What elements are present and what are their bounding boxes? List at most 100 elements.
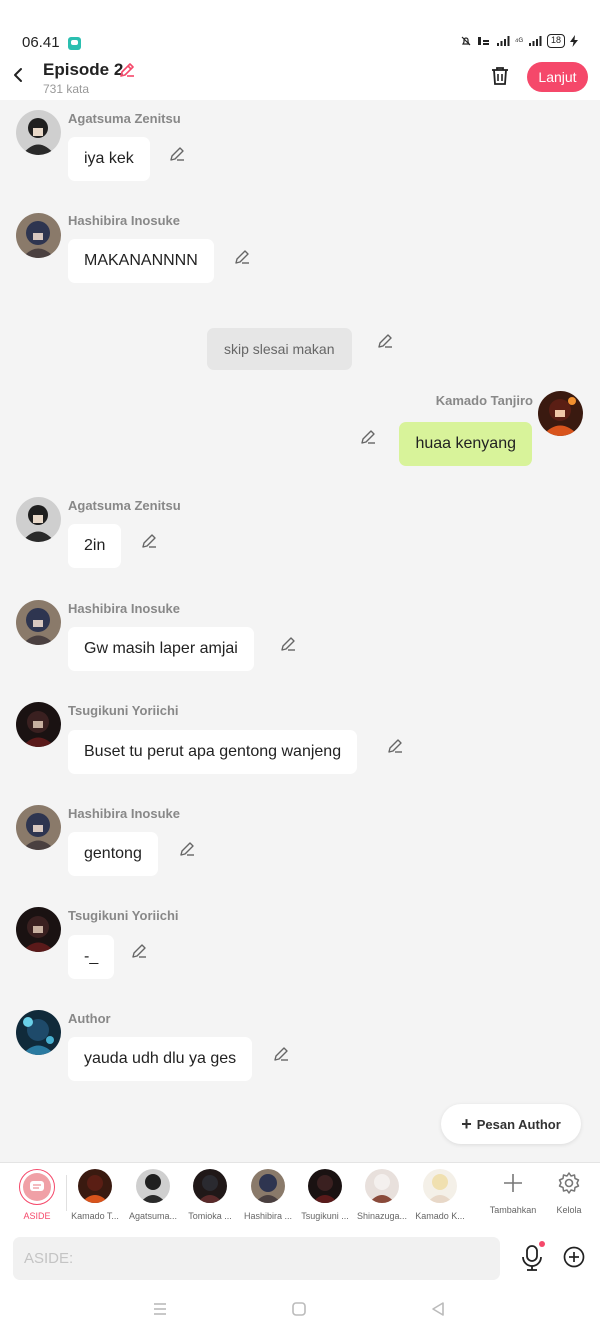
status-time: 06.41 — [22, 34, 60, 51]
edit-message-icon[interactable] — [279, 635, 297, 653]
character-bar: ASIDE Kamado T... Agatsuma... Tomioka ..… — [0, 1162, 600, 1228]
avatar[interactable] — [16, 702, 61, 747]
author-message-label: Pesan Author — [476, 1116, 561, 1132]
narration-bubble[interactable]: skip slesai makan — [207, 328, 352, 370]
signal-icon — [496, 36, 510, 46]
avatar[interactable] — [16, 497, 61, 542]
character-avatar — [78, 1169, 112, 1203]
my-message-bubble[interactable]: huaa kenyang — [399, 422, 532, 466]
character-avatar — [136, 1169, 170, 1203]
avatar[interactable] — [16, 110, 61, 155]
character-tomioka[interactable]: Tomioka ... — [182, 1169, 238, 1225]
chat-area[interactable]: Agatsuma Zenitsu iya kek Hashibira Inosu… — [0, 100, 600, 1162]
episode-title: Episode 2 — [43, 60, 124, 79]
back-nav-icon[interactable] — [429, 1300, 447, 1318]
character-avatar — [365, 1169, 399, 1203]
add-character-button[interactable]: Tambahkan — [485, 1169, 541, 1225]
character-label: Shinazuga... — [356, 1211, 408, 1221]
add-label: Tambahkan — [489, 1205, 537, 1215]
message-bubble[interactable]: yauda udh dlu ya ges — [68, 1037, 253, 1081]
status-bar: 06.41 ⁴ᴳ 18 — [0, 0, 600, 56]
character-label: Kamado T... — [71, 1211, 119, 1221]
sender-name: Tsugikuni Yoriichi — [68, 908, 179, 923]
message-input-bar — [0, 1228, 600, 1292]
edit-message-icon[interactable] — [359, 428, 377, 446]
character-label: Agatsuma... — [128, 1211, 178, 1221]
character-label: Tomioka ... — [188, 1211, 232, 1221]
mute-icon — [461, 36, 471, 46]
sender-name: Agatsuma Zenitsu — [68, 111, 181, 126]
character-avatar — [308, 1169, 342, 1203]
message-bubble[interactable]: MAKANANNNN — [68, 239, 214, 283]
message-bubble[interactable]: Buset tu perut apa gentong wanjeng — [68, 730, 358, 774]
avatar[interactable] — [16, 213, 61, 258]
sender-name: Tsugikuni Yoriichi — [68, 703, 179, 718]
edit-message-icon[interactable] — [233, 248, 251, 266]
signal-icon-2 — [528, 36, 542, 46]
sender-name: Agatsuma Zenitsu — [68, 498, 181, 513]
back-icon[interactable] — [8, 64, 30, 86]
app-header: Episode 2 731 kata Lanjut — [0, 56, 600, 100]
next-button[interactable]: Lanjut — [527, 62, 588, 92]
recording-dot — [539, 1241, 545, 1247]
character-label: Hashibira ... — [243, 1211, 293, 1221]
avatar[interactable] — [16, 907, 61, 952]
message-bubble[interactable]: Gw masih laper amjai — [68, 627, 254, 671]
message-bubble[interactable]: gentong — [68, 832, 158, 876]
message-input[interactable] — [13, 1237, 500, 1280]
character-tanjiro[interactable]: Kamado T... — [67, 1169, 123, 1225]
character-zenitsu[interactable]: Agatsuma... — [125, 1169, 181, 1225]
aside-label: ASIDE — [23, 1211, 51, 1221]
sender-name: Hashibira Inosuke — [68, 213, 180, 228]
sender-name: Hashibira Inosuke — [68, 601, 180, 616]
character-avatar — [193, 1169, 227, 1203]
word-count: 731 kata — [43, 82, 90, 96]
avatar[interactable] — [538, 391, 583, 436]
edit-message-icon[interactable] — [386, 737, 404, 755]
character-shinazugawa[interactable]: Shinazuga... — [354, 1169, 410, 1225]
edit-message-icon[interactable] — [130, 942, 148, 960]
avatar[interactable] — [16, 1010, 61, 1055]
edit-message-icon[interactable] — [168, 145, 186, 163]
message-bubble[interactable]: 2in — [68, 524, 122, 568]
manage-button[interactable]: Kelola — [541, 1169, 597, 1225]
menu-icon[interactable] — [151, 1300, 169, 1318]
battery-indicator: 18 — [546, 34, 565, 48]
gear-icon — [558, 1172, 580, 1194]
home-icon[interactable] — [290, 1300, 308, 1318]
edit-title-icon[interactable] — [118, 61, 136, 79]
edit-message-icon[interactable] — [272, 1045, 290, 1063]
network-type: ⁴ᴳ — [514, 36, 523, 46]
edit-message-icon[interactable] — [376, 332, 394, 350]
data-speed-icon — [477, 37, 489, 45]
character-avatar — [251, 1169, 285, 1203]
author-message-button[interactable]: + Pesan Author — [441, 1104, 581, 1144]
sender-name: Hashibira Inosuke — [68, 806, 180, 821]
sender-name: Author — [68, 1011, 111, 1026]
plus-icon: + — [461, 1114, 472, 1134]
microphone-icon[interactable] — [520, 1244, 544, 1272]
add-circle-icon[interactable] — [563, 1246, 585, 1268]
edit-message-icon[interactable] — [140, 532, 158, 550]
system-navigation — [0, 1292, 600, 1333]
character-label: Kamado K... — [415, 1211, 465, 1221]
edit-message-icon[interactable] — [178, 840, 196, 858]
avatar[interactable] — [16, 600, 61, 645]
message-bubble[interactable]: iya kek — [68, 137, 150, 181]
character-inosuke[interactable]: Hashibira ... — [240, 1169, 296, 1225]
character-kamado-k[interactable]: Kamado K... — [412, 1169, 468, 1225]
character-yoriichi[interactable]: Tsugikuni ... — [297, 1169, 353, 1225]
chat-bubble-icon — [23, 1173, 51, 1201]
trash-icon[interactable] — [489, 65, 511, 87]
character-avatar — [423, 1169, 457, 1203]
avatar[interactable] — [16, 805, 61, 850]
notification-icon — [68, 37, 81, 50]
status-icons: ⁴ᴳ 18 — [460, 34, 578, 48]
plus-icon — [504, 1174, 522, 1192]
charging-icon — [570, 35, 578, 47]
aside-selector[interactable] — [19, 1169, 55, 1205]
manage-label: Kelola — [556, 1205, 582, 1215]
sender-name: Kamado Tanjiro — [435, 393, 533, 408]
message-bubble[interactable]: -_ — [68, 935, 115, 979]
character-label: Tsugikuni ... — [301, 1211, 349, 1221]
